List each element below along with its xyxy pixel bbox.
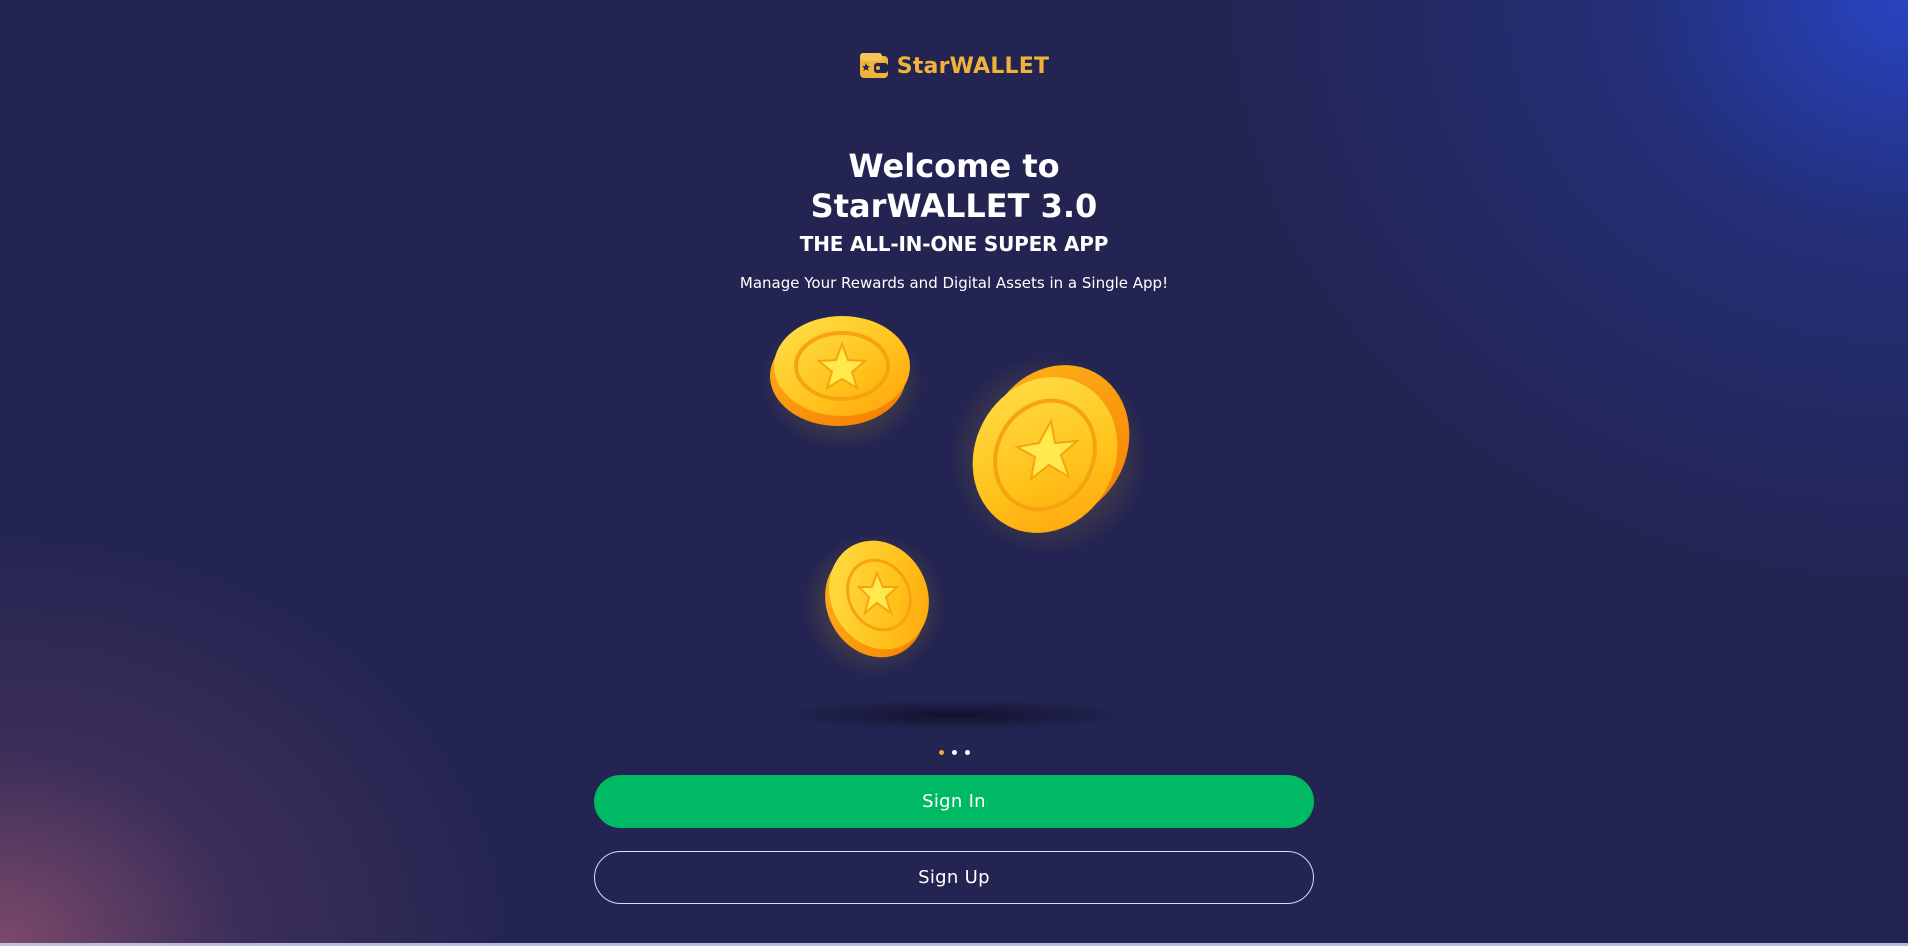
welcome-tagline: Manage Your Rewards and Digital Assets i… (739, 274, 1169, 292)
star-coins-illustration (760, 310, 1149, 730)
app-logo: StarWALLET (0, 52, 1908, 80)
coin-icon (949, 355, 1149, 555)
brand-name: StarWALLET (896, 53, 1050, 79)
wallet-icon (859, 52, 889, 80)
carousel-dot[interactable] (951, 750, 957, 755)
sign-in-button[interactable]: Sign In (594, 775, 1314, 828)
welcome-subtitle: THE ALL-IN-ONE SUPER APP (799, 232, 1109, 256)
carousel-dots (0, 750, 1908, 755)
sign-up-button[interactable]: Sign Up (594, 851, 1314, 904)
welcome-title-line-1: Welcome to (848, 147, 1060, 185)
carousel-dot[interactable] (938, 750, 944, 755)
carousel-dot[interactable] (964, 750, 970, 755)
welcome-title-line-2: StarWALLET 3.0 (810, 187, 1098, 225)
coin-icon (802, 533, 946, 677)
coin-icon (760, 314, 924, 450)
